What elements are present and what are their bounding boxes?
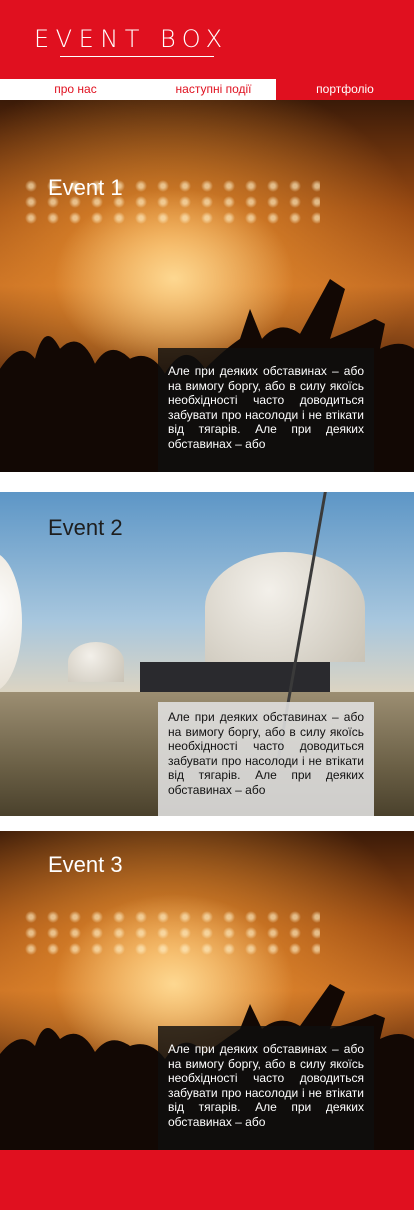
site-footer	[0, 1150, 414, 1210]
event-card-1[interactable]: Event 1 Але при деяких обставинах – або …	[0, 100, 414, 472]
event-title: Event 2	[48, 515, 123, 540]
event-title: Event 3	[48, 852, 123, 877]
site-header: EVENT BOX	[0, 0, 414, 79]
event-description: Але при деяких обставинах – або на вимог…	[158, 348, 374, 472]
logo[interactable]: EVENT BOX	[34, 24, 229, 54]
nav-item-upcoming-events[interactable]: наступні події	[151, 79, 276, 100]
nav-item-portfolio[interactable]: портфоліо	[276, 79, 414, 100]
radar-dome-left	[0, 552, 22, 692]
event-description: Але при деяких обставинах – або на вимог…	[158, 1026, 374, 1150]
event-card-3[interactable]: Event 3 Але при деяких обставинах – або …	[0, 831, 414, 1150]
event-description: Але при деяких обставинах – або на вимог…	[158, 702, 374, 816]
nav-item-about[interactable]: про нас	[0, 79, 151, 100]
logo-underline	[60, 56, 214, 57]
main-nav: про нас наступні події портфоліо	[0, 79, 414, 100]
event-title: Event 1	[48, 175, 123, 200]
stage-lights	[20, 909, 320, 959]
event-card-2[interactable]: Event 2 Але при деяких обставинах – або …	[0, 492, 414, 816]
radar-dome-small	[68, 642, 124, 682]
